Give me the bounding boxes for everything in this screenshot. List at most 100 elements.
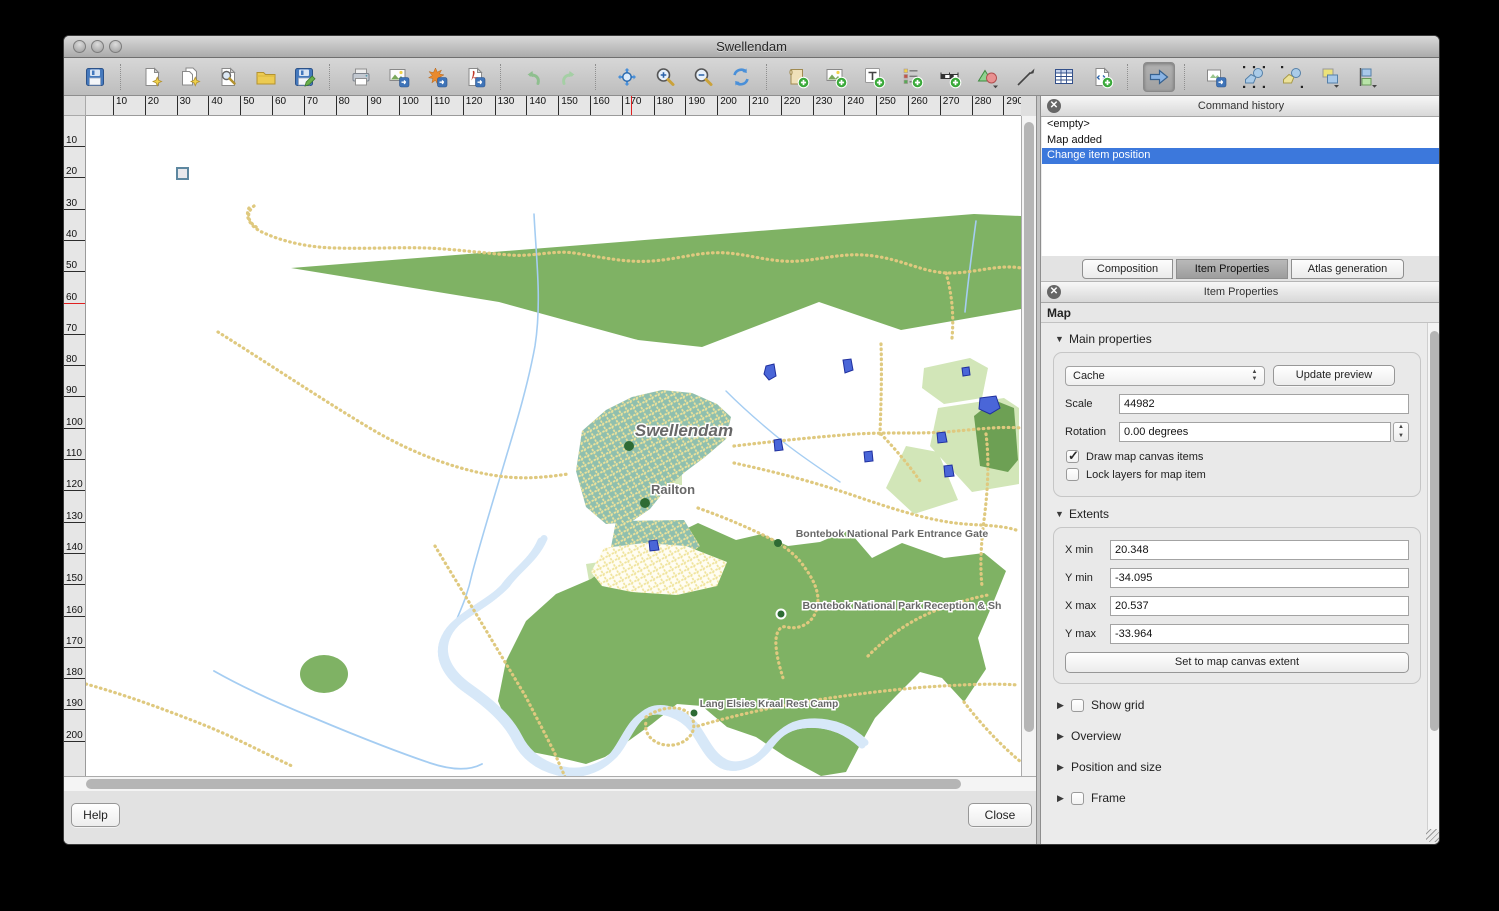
- tab-item-properties[interactable]: Item Properties: [1176, 259, 1288, 279]
- command-history-item[interactable]: Map added: [1042, 133, 1440, 149]
- load-from-template-icon: [254, 65, 278, 89]
- ruler-left-tick: 150: [64, 573, 85, 585]
- zoom-in-button[interactable]: [649, 62, 681, 92]
- panel-scrollbar[interactable]: [1427, 323, 1440, 830]
- export-as-svg-button[interactable]: [421, 62, 453, 92]
- toolbar: [64, 58, 1439, 96]
- save-as-template-button[interactable]: [288, 62, 320, 92]
- ruler-top-tick: 150: [558, 96, 578, 115]
- command-history-item[interactable]: <empty>: [1042, 117, 1440, 133]
- section-frame[interactable]: ▶Frame: [1057, 791, 1427, 805]
- ruler-top-tick: 190: [685, 96, 705, 115]
- zoom-full-button[interactable]: [611, 62, 643, 92]
- zoom-full-icon: [615, 65, 639, 89]
- canvas-vertical-scrollbar[interactable]: [1021, 116, 1036, 776]
- tab-composition[interactable]: Composition: [1082, 259, 1173, 279]
- collapse-triangle-icon: ▼: [1055, 509, 1069, 519]
- section-label: Position and size: [1071, 760, 1162, 774]
- align-selected-items-icon: [1356, 65, 1380, 89]
- ruler-left-tick: 80: [64, 354, 85, 366]
- rotation-label: Rotation: [1065, 426, 1119, 438]
- command-history-item[interactable]: Change item position: [1042, 148, 1440, 164]
- export-as-pdf-button[interactable]: [459, 62, 491, 92]
- scale-input[interactable]: 44982: [1119, 394, 1409, 414]
- select-move-item-button[interactable]: [1143, 62, 1175, 92]
- checkbox-label: Lock layers for map item: [1086, 469, 1206, 481]
- panel-scroll-thumb[interactable]: [1430, 331, 1439, 731]
- ruler-top-tick: 140: [526, 96, 546, 115]
- undo-button[interactable]: [516, 62, 548, 92]
- add-basic-shape-button[interactable]: [972, 62, 1004, 92]
- collapse-triangle-icon: ▶: [1057, 731, 1071, 742]
- set-to-map-canvas-extent-button[interactable]: Set to map canvas extent: [1065, 652, 1409, 673]
- checkbox-show-grid[interactable]: [1071, 699, 1084, 712]
- section-overview[interactable]: ▶Overview: [1057, 729, 1427, 743]
- add-new-scalebar-button[interactable]: [934, 62, 966, 92]
- ruler-left-tick: 200: [64, 730, 85, 742]
- print-button[interactable]: [345, 62, 377, 92]
- command-history-close-icon[interactable]: ✕: [1047, 99, 1061, 113]
- section-label: Show grid: [1091, 698, 1144, 712]
- update-preview-button[interactable]: Update preview: [1273, 365, 1395, 386]
- move-item-content-button[interactable]: [1200, 62, 1232, 92]
- y-min-input[interactable]: -34.095: [1110, 568, 1409, 588]
- print-icon: [349, 65, 373, 89]
- align-selected-items-button[interactable]: [1352, 62, 1384, 92]
- rotation-stepper[interactable]: ▲▼: [1393, 422, 1409, 442]
- group-items-button[interactable]: [1238, 62, 1270, 92]
- add-html-frame-button[interactable]: [1086, 62, 1118, 92]
- ruler-left-cursor-marker: [64, 303, 85, 304]
- close-button[interactable]: Close: [968, 803, 1032, 827]
- raise-selected-items-button[interactable]: [1314, 62, 1346, 92]
- checkbox-lock-layers-for-map-item[interactable]: [1066, 468, 1079, 481]
- ruler-left-tick: 160: [64, 605, 85, 617]
- ungroup-items-button[interactable]: [1276, 62, 1308, 92]
- checkbox-frame[interactable]: [1071, 792, 1084, 805]
- save-project-button[interactable]: [79, 62, 111, 92]
- checkbox-draw-map-canvas-items[interactable]: [1066, 450, 1079, 463]
- load-from-template-button[interactable]: [250, 62, 282, 92]
- add-new-legend-button[interactable]: [896, 62, 928, 92]
- export-as-image-button[interactable]: [383, 62, 415, 92]
- collapse-triangle-icon: ▼: [1055, 334, 1069, 344]
- add-arrow-button[interactable]: [1010, 62, 1042, 92]
- rotation-input[interactable]: 0.00 degrees: [1119, 422, 1391, 442]
- x-max-input[interactable]: 20.537: [1110, 596, 1409, 616]
- add-new-legend-icon: [900, 65, 924, 89]
- duplicate-composition-button[interactable]: [174, 62, 206, 92]
- add-new-label-button[interactable]: [858, 62, 890, 92]
- add-new-map-button[interactable]: [782, 62, 814, 92]
- section-position-and-size[interactable]: ▶Position and size: [1057, 760, 1427, 774]
- help-button[interactable]: Help: [71, 803, 120, 827]
- extents-section-header[interactable]: ▼ Extents: [1055, 507, 1427, 521]
- section-show-grid[interactable]: ▶Show grid: [1057, 698, 1427, 712]
- canvas-horizontal-scrollbar[interactable]: [64, 776, 1036, 791]
- ruler-top-tick: 260: [908, 96, 928, 115]
- ruler-top-tick: 200: [717, 96, 737, 115]
- composition-paper[interactable]: SwellendamRailtonBontebok National Park …: [86, 116, 1021, 776]
- y-max-input[interactable]: -33.964: [1110, 624, 1409, 644]
- canvas-vscroll-thumb[interactable]: [1024, 122, 1034, 732]
- export-as-pdf-icon: [463, 65, 487, 89]
- resize-grip-icon[interactable]: [1426, 829, 1439, 842]
- composer-view: 1020304050607080901001101201301401501601…: [64, 96, 1036, 844]
- tab-atlas-generation[interactable]: Atlas generation: [1291, 259, 1404, 279]
- collapse-triangle-icon: ▶: [1057, 762, 1071, 773]
- zoom-out-button[interactable]: [687, 62, 719, 92]
- map-selection-handle[interactable]: [176, 167, 189, 180]
- refresh-view-button[interactable]: [725, 62, 757, 92]
- add-image-button[interactable]: [820, 62, 852, 92]
- select-move-item-icon: [1147, 65, 1171, 89]
- command-history-list: <empty>Map addedChange item position: [1042, 117, 1440, 256]
- redo-button[interactable]: [554, 62, 586, 92]
- toolbar-separator: [120, 64, 127, 90]
- item-properties-close-icon[interactable]: ✕: [1047, 285, 1061, 299]
- x-min-input[interactable]: 20.348: [1110, 540, 1409, 560]
- new-composition-button[interactable]: [136, 62, 168, 92]
- canvas-hscroll-thumb[interactable]: [86, 779, 961, 789]
- add-attribute-table-button[interactable]: [1048, 62, 1080, 92]
- render-mode-combo[interactable]: Cache ▲▼: [1065, 366, 1265, 386]
- export-as-svg-icon: [425, 65, 449, 89]
- composition-manager-button[interactable]: [212, 62, 244, 92]
- main-properties-section-header[interactable]: ▼ Main properties: [1055, 332, 1427, 346]
